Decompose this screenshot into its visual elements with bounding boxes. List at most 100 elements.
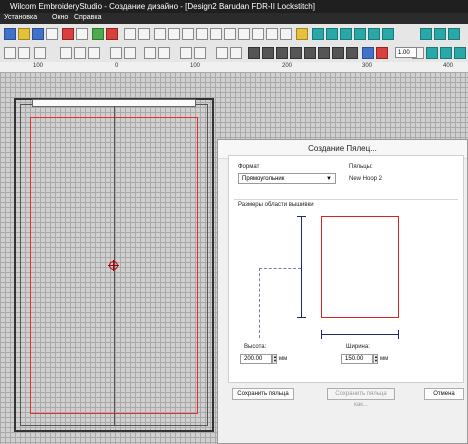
scale-icon[interactable] xyxy=(158,47,170,59)
menu-item-setup[interactable]: Установка xyxy=(4,14,37,21)
zoom-in-icon[interactable] xyxy=(74,47,86,59)
chevron-down-icon: ▼ xyxy=(326,176,332,182)
width-label: Ширина: xyxy=(346,344,370,350)
motif-icon[interactable] xyxy=(368,28,380,40)
select-icon[interactable] xyxy=(4,47,16,59)
ruler-label: 100 xyxy=(33,63,44,69)
order-3-icon[interactable] xyxy=(276,47,288,59)
format-label: Формат xyxy=(238,164,260,170)
zoom-out-icon[interactable] xyxy=(88,47,100,59)
grid-icon[interactable] xyxy=(60,47,72,59)
stitch-icon[interactable] xyxy=(62,28,74,40)
print-icon[interactable] xyxy=(46,28,58,40)
width-dimension-line xyxy=(321,334,399,335)
height-dimension-cap-top xyxy=(297,216,306,217)
stitch-type-3-icon[interactable] xyxy=(454,47,466,59)
satin-icon[interactable] xyxy=(326,28,338,40)
hoop-label: Пяльцы: xyxy=(349,164,373,170)
width-stepper[interactable]: ▲ ▼ xyxy=(373,354,378,364)
appliqué-icon[interactable] xyxy=(382,28,394,40)
ruler-label: 100 xyxy=(190,63,201,69)
zoom-input[interactable]: 1.00 xyxy=(395,47,417,58)
wave-icon[interactable] xyxy=(420,28,432,40)
order-7-icon[interactable] xyxy=(332,47,344,59)
distribute-icon[interactable] xyxy=(194,47,206,59)
height-input[interactable]: 200.00 xyxy=(240,354,272,364)
rotate-icon[interactable] xyxy=(144,47,156,59)
ungroup-icon[interactable] xyxy=(230,47,242,59)
order-4-icon[interactable] xyxy=(290,47,302,59)
hoop-preview-rect xyxy=(321,216,399,318)
height-leader-horizontal xyxy=(259,268,301,269)
color-blend-icon[interactable] xyxy=(434,28,446,40)
height-stepper[interactable]: ▲ ▼ xyxy=(272,354,277,364)
group-icon[interactable] xyxy=(216,47,228,59)
run-icon[interactable] xyxy=(340,28,352,40)
layer-5-icon[interactable] xyxy=(210,28,222,40)
shape-1-icon[interactable] xyxy=(362,47,374,59)
open-icon[interactable] xyxy=(18,28,30,40)
title-bar: Wilcom EmbroideryStudio - Создание дизай… xyxy=(0,0,468,13)
ruler-label: 400 xyxy=(443,63,454,69)
layer-2-icon[interactable] xyxy=(168,28,180,40)
color-icon[interactable] xyxy=(92,28,104,40)
width-dimension-cap-right xyxy=(398,330,399,339)
secondary-toolbar: 1.00 xyxy=(0,45,468,63)
stitch-type-2-icon[interactable] xyxy=(440,47,452,59)
dropdown-icon[interactable] xyxy=(34,47,46,59)
order-8-icon[interactable] xyxy=(346,47,358,59)
layer-7-icon[interactable] xyxy=(238,28,250,40)
width-unit: мм xyxy=(380,356,389,362)
layer-8-icon[interactable] xyxy=(252,28,264,40)
divider xyxy=(234,199,458,200)
order-2-icon[interactable] xyxy=(262,47,274,59)
menu-bar: Установка Окно Справка xyxy=(0,13,468,24)
fill-icon[interactable] xyxy=(312,28,324,40)
ruler-label: 300 xyxy=(362,63,373,69)
save-icon[interactable] xyxy=(32,28,44,40)
menu-item-window[interactable]: Окно xyxy=(52,14,68,21)
height-unit: мм xyxy=(279,356,288,362)
cut-icon[interactable] xyxy=(76,28,88,40)
layer-6-icon[interactable] xyxy=(224,28,236,40)
redo-icon[interactable] xyxy=(138,28,150,40)
height-dimension-line xyxy=(301,216,302,318)
gradient-icon[interactable] xyxy=(448,28,460,40)
new-design-icon[interactable] xyxy=(4,28,16,40)
reshape-icon[interactable] xyxy=(18,47,30,59)
hoop-name: New Hoop 2 xyxy=(349,176,383,182)
cancel-button[interactable]: Отмена xyxy=(424,388,464,400)
save-hoop-button[interactable]: Сохранить пяльца xyxy=(232,388,294,400)
ruler-label: 0 xyxy=(115,63,119,69)
height-label: Высота: xyxy=(244,344,267,350)
stitch-type-1-icon[interactable] xyxy=(426,47,438,59)
layer-1-icon[interactable] xyxy=(154,28,166,40)
height-dimension-cap-bottom xyxy=(297,317,306,318)
layer-10-icon[interactable] xyxy=(280,28,292,40)
order-5-icon[interactable] xyxy=(304,47,316,59)
order-1-icon[interactable] xyxy=(248,47,260,59)
main-toolbar xyxy=(0,24,468,46)
window-title: Wilcom EmbroideryStudio - Создание дизай… xyxy=(10,2,315,11)
shape-2-icon[interactable] xyxy=(376,47,388,59)
format-select[interactable]: Прямоугольник ▼ xyxy=(238,173,336,184)
undo-icon[interactable] xyxy=(124,28,136,40)
folder-icon[interactable] xyxy=(296,28,308,40)
area-label: Размеры области вышивки xyxy=(238,202,314,208)
mirror-v-icon[interactable] xyxy=(124,47,136,59)
layer-3-icon[interactable] xyxy=(182,28,194,40)
pattern-icon[interactable] xyxy=(354,28,366,40)
height-leader-vertical xyxy=(259,268,260,338)
layer-9-icon[interactable] xyxy=(266,28,278,40)
format-select-value: Прямоугольник xyxy=(242,176,285,182)
width-dimension-cap-left xyxy=(321,330,322,339)
width-input[interactable]: 150.00 xyxy=(341,354,373,364)
order-6-icon[interactable] xyxy=(318,47,330,59)
mirror-h-icon[interactable] xyxy=(110,47,122,59)
layer-4-icon[interactable] xyxy=(196,28,208,40)
menu-item-help[interactable]: Справка xyxy=(74,14,101,21)
thread-icon[interactable] xyxy=(106,28,118,40)
save-hoop-as-button[interactable]: Сохранить пяльца как... xyxy=(327,388,395,408)
align-icon[interactable] xyxy=(180,47,192,59)
hoop-center-marker-icon xyxy=(108,260,119,271)
